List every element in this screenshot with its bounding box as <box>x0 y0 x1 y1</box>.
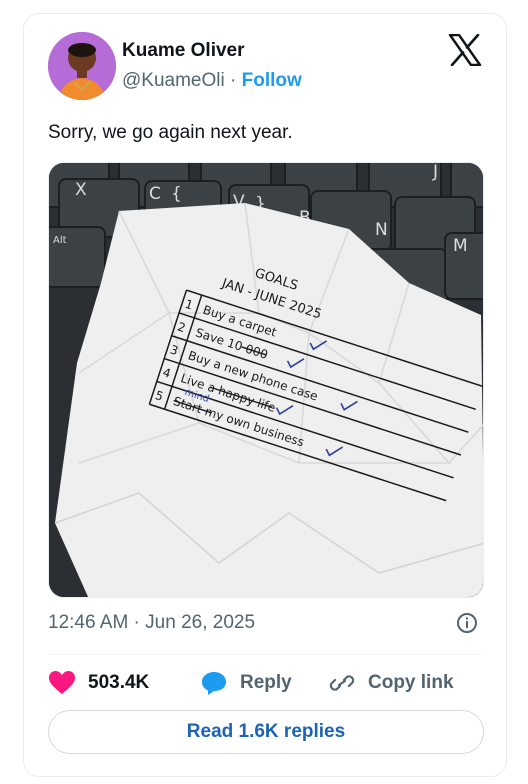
copy-link-label: Copy link <box>368 672 454 693</box>
like-count: 503.4K <box>88 672 150 693</box>
reply-label: Reply <box>240 672 292 693</box>
key-label: X <box>75 180 87 200</box>
key-label: { <box>171 184 182 204</box>
separator: · <box>230 70 237 91</box>
author-name[interactable]: Kuame Oliver <box>122 40 245 62</box>
tweet-timestamp[interactable]: 12:46 AM · Jun 26, 2025 <box>48 612 255 634</box>
info-icon[interactable] <box>456 612 478 634</box>
action-bar: 503.4K Reply Copy link <box>48 668 484 698</box>
tweet-card: Kuame Oliver @KuameOli · Follow Sorry, w… <box>23 13 507 777</box>
link-icon <box>329 675 355 691</box>
handle-row: @KuameOli · Follow <box>122 70 302 92</box>
read-replies-button[interactable]: Read 1.6K replies <box>48 710 484 754</box>
tweet-text: Sorry, we go again next year. <box>48 122 293 143</box>
copy-link-button[interactable]: Copy link <box>328 668 454 698</box>
heart-icon <box>49 671 75 694</box>
like-button[interactable]: 503.4K <box>48 668 149 698</box>
tweet-photo[interactable]: X C { V } B N J M Alt GOALS JAN - JUNE 2… <box>48 162 484 598</box>
avatar[interactable] <box>48 32 116 100</box>
key-label: M <box>453 236 468 256</box>
key-label: Alt <box>53 235 67 246</box>
reply-bubble-icon <box>202 672 226 695</box>
follow-button[interactable]: Follow <box>242 70 302 91</box>
divider <box>48 654 482 655</box>
author-handle[interactable]: @KuameOli <box>122 70 225 91</box>
key-label: J <box>432 163 438 182</box>
x-logo-icon[interactable] <box>448 34 482 66</box>
key-label: C <box>149 184 161 204</box>
reply-button[interactable]: Reply <box>200 668 292 698</box>
key-label: N <box>375 220 388 240</box>
